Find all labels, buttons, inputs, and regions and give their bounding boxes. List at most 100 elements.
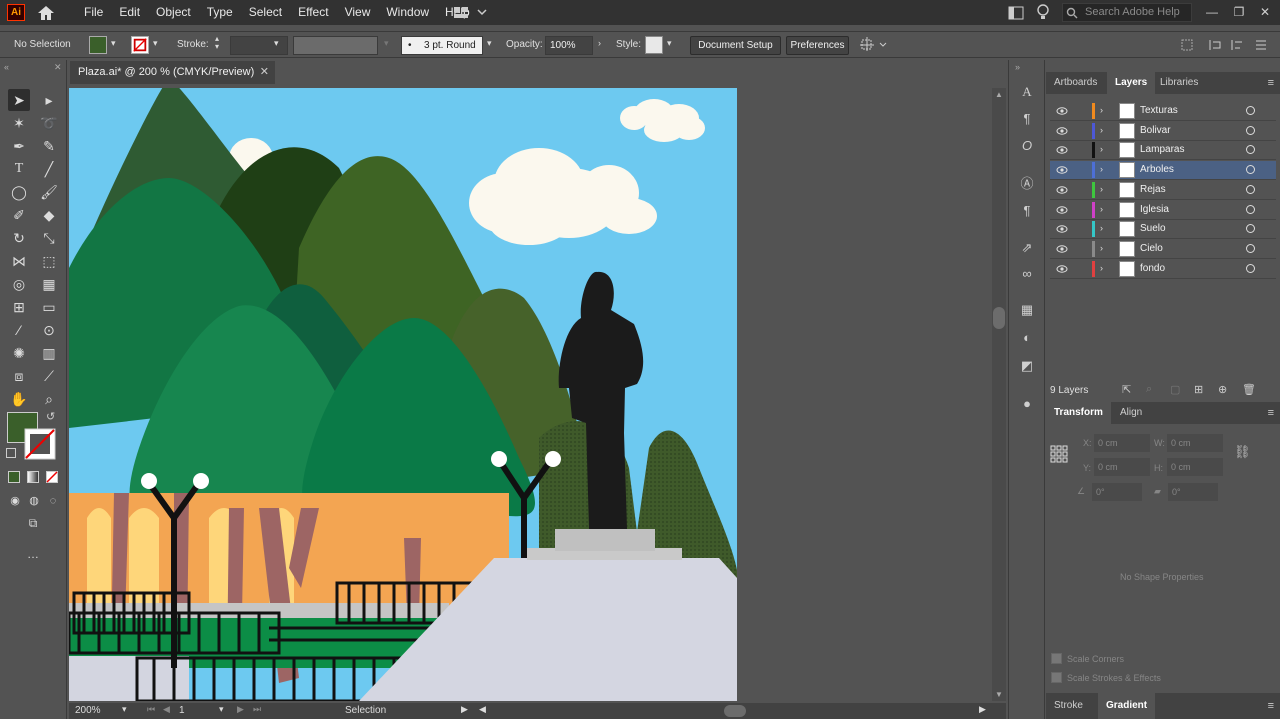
status-menu-icon[interactable]: ▶ [461, 704, 468, 715]
selection-tool-icon[interactable]: ➤ [8, 89, 30, 111]
menu-view[interactable]: View [337, 0, 379, 25]
opacity-expand-icon[interactable]: › [598, 38, 608, 48]
close-window-button[interactable]: ✕ [1256, 3, 1274, 21]
perspective-grid-tool-icon[interactable]: ▦ [38, 273, 60, 295]
preferences-button[interactable]: Preferences [786, 36, 849, 55]
first-artboard-icon[interactable]: ⏮ [147, 704, 155, 715]
layer-row[interactable]: › Arboles [1050, 161, 1276, 181]
search-adobe-help-input[interactable]: Search Adobe Help [1062, 3, 1192, 22]
artboard-number[interactable]: 1 [179, 705, 185, 716]
style-dropdown-icon[interactable]: ▾ [667, 38, 677, 48]
scale-corners-checkbox[interactable] [1051, 653, 1062, 664]
previous-artboard-icon[interactable]: ◀ [163, 704, 170, 715]
layer-name[interactable]: Cielo [1140, 243, 1163, 254]
symbol-sprayer-tool-icon[interactable]: ✺ [8, 342, 30, 364]
tab-artboards[interactable]: Artboards [1046, 72, 1105, 94]
zoom-level[interactable]: 200% [75, 705, 101, 716]
color-mode-icon[interactable] [8, 471, 20, 483]
locate-object-icon[interactable]: ⌕ [1146, 383, 1152, 396]
stroke-weight-dropdown-icon[interactable]: ▾ [274, 38, 284, 48]
width-tool-icon[interactable]: ⋈ [8, 250, 30, 272]
artboard-tool-icon[interactable]: ⧈ [8, 365, 30, 387]
scroll-up-icon[interactable]: ▲ [995, 90, 1003, 99]
horizontal-scroll-thumb[interactable] [724, 705, 746, 717]
scroll-left-icon[interactable]: ◀ [479, 704, 486, 715]
workspace-switcher-icon[interactable] [452, 5, 488, 20]
layer-row[interactable]: › Rejas [1050, 181, 1276, 200]
layer-name[interactable]: Texturas [1140, 105, 1178, 116]
shape-builder-tool-icon[interactable]: ◎ [8, 273, 30, 295]
layer-name[interactable]: Lamparas [1140, 144, 1184, 155]
rotate-angle-field[interactable]: 0° [1092, 483, 1142, 501]
home-icon[interactable] [36, 4, 56, 21]
pen-tool-icon[interactable]: ✒ [8, 135, 30, 157]
type-tool-icon[interactable]: T [8, 158, 30, 180]
direct-selection-tool-icon[interactable]: ▸ [38, 89, 60, 111]
magic-wand-tool-icon[interactable]: ✶ [8, 112, 30, 134]
visibility-eye-icon[interactable] [1056, 184, 1068, 196]
layer-target-icon[interactable] [1246, 125, 1255, 135]
layer-target-icon[interactable] [1246, 204, 1255, 214]
layer-name[interactable]: Arboles [1140, 164, 1174, 175]
visibility-eye-icon[interactable] [1056, 105, 1068, 117]
arrange-documents-icon[interactable] [1008, 6, 1024, 20]
character-styles-icon[interactable]: Ⓐ [1017, 174, 1037, 194]
minimize-button[interactable]: — [1203, 3, 1221, 21]
free-transform-tool-icon[interactable]: ⬚ [38, 250, 60, 272]
screen-mode-icon[interactable]: ⧉ [22, 512, 44, 534]
eyedropper-tool-icon[interactable]: ⁄ [8, 319, 30, 341]
rotate-tool-icon[interactable]: ↻ [8, 227, 30, 249]
layer-row[interactable]: › Bolivar [1050, 122, 1276, 141]
opentype-panel-icon[interactable]: O [1017, 136, 1037, 156]
last-artboard-icon[interactable]: ⏭ [253, 704, 261, 715]
close-document-icon[interactable]: ✕ [260, 61, 269, 84]
paragraph-panel-icon[interactable]: ¶ [1017, 109, 1037, 129]
layer-row[interactable]: › Texturas [1050, 102, 1276, 121]
transform-panel-menu-icon[interactable]: ≡ [1268, 407, 1274, 419]
new-sublayer-icon[interactable]: ⊞ [1194, 383, 1203, 396]
stroke-weight-stepper[interactable]: ▴ ▾ [215, 35, 225, 51]
transform-w-field[interactable]: 0 cm [1167, 434, 1223, 452]
menu-type[interactable]: Type [199, 0, 241, 25]
lightbulb-icon[interactable] [1036, 4, 1050, 21]
paintbrush-tool-icon[interactable]: 🖌 [38, 181, 60, 203]
character-panel-icon[interactable]: A [1017, 82, 1037, 102]
transparency-icon[interactable]: ◩ [1017, 356, 1037, 376]
vertical-scrollbar[interactable]: ▲ ▼ [992, 88, 1006, 701]
expand-arrow-icon[interactable]: › [1100, 125, 1108, 135]
zoom-dropdown-icon[interactable]: ▾ [122, 704, 127, 715]
layer-name[interactable]: Rejas [1140, 184, 1166, 195]
document-setup-button[interactable]: Document Setup [690, 36, 781, 55]
next-artboard-icon[interactable]: ▶ [237, 704, 244, 715]
gradient-panel-menu-icon[interactable]: ≡ [1268, 700, 1274, 712]
layers-panel-menu-icon[interactable]: ≡ [1268, 77, 1274, 89]
scroll-right-icon[interactable]: ▶ [979, 704, 986, 715]
expand-arrow-icon[interactable]: › [1100, 204, 1108, 214]
transform-x-field[interactable]: 0 cm [1094, 434, 1150, 452]
visibility-eye-icon[interactable] [1056, 125, 1068, 137]
gradient-mode-icon[interactable] [27, 471, 39, 483]
layer-target-icon[interactable] [1246, 224, 1255, 234]
opacity-field[interactable]: 100% [545, 36, 593, 55]
layer-target-icon[interactable] [1246, 145, 1255, 155]
ellipse-tool-icon[interactable]: ◯ [8, 181, 30, 203]
pasteboard[interactable] [737, 88, 992, 701]
scroll-down-icon[interactable]: ▼ [995, 690, 1003, 699]
menu-file[interactable]: File [76, 0, 111, 25]
shear-angle-field[interactable]: 0° [1168, 483, 1218, 501]
brush-definition-field[interactable]: • 3 pt. Round [401, 36, 483, 55]
shaper-tool-icon[interactable]: ✐ [8, 204, 30, 226]
menu-edit[interactable]: Edit [111, 0, 148, 25]
gradient-tool-icon[interactable]: ▭ [38, 296, 60, 318]
menu-select[interactable]: Select [241, 0, 290, 25]
artboard-canvas[interactable] [69, 88, 737, 701]
zoom-tool-icon[interactable]: ⌕ [38, 388, 60, 410]
layer-target-icon[interactable] [1246, 184, 1255, 194]
export-panel-icon[interactable]: ⇗ [1017, 238, 1037, 258]
more-tools-icon[interactable]: … [22, 543, 44, 565]
hand-tool-icon[interactable]: ✋ [8, 388, 30, 410]
layer-row[interactable]: › fondo [1050, 260, 1276, 279]
expand-arrow-icon[interactable]: › [1100, 164, 1108, 174]
menu-object[interactable]: Object [148, 0, 199, 25]
layer-name[interactable]: Bolivar [1140, 125, 1171, 136]
